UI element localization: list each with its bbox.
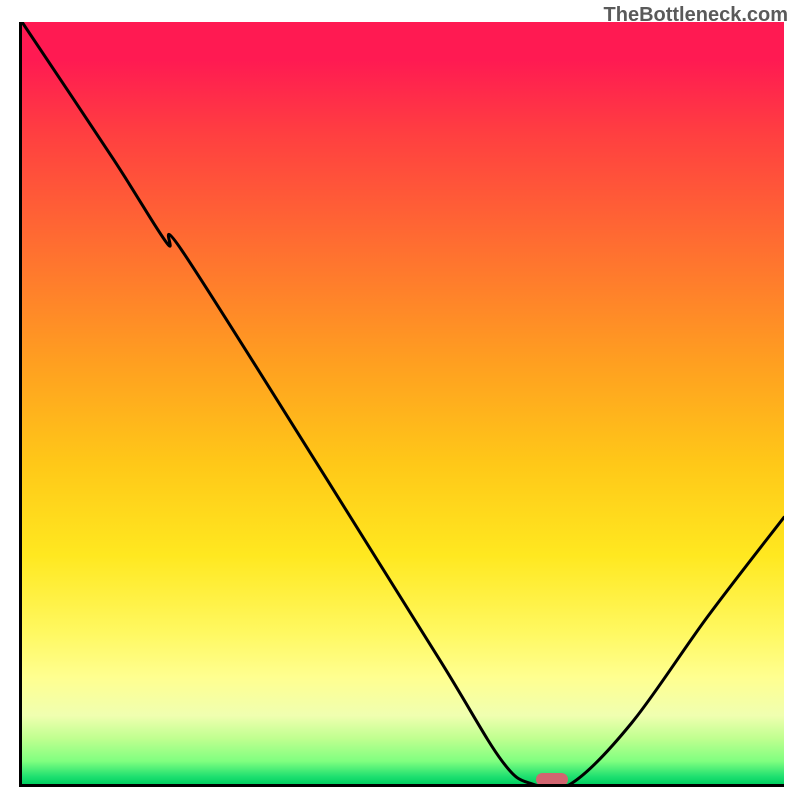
bottleneck-curve-line <box>22 22 784 784</box>
curve-svg <box>22 22 784 784</box>
chart-plot-area <box>19 22 784 787</box>
watermark-text: TheBottleneck.com <box>604 4 788 27</box>
optimal-point-marker <box>536 773 568 786</box>
